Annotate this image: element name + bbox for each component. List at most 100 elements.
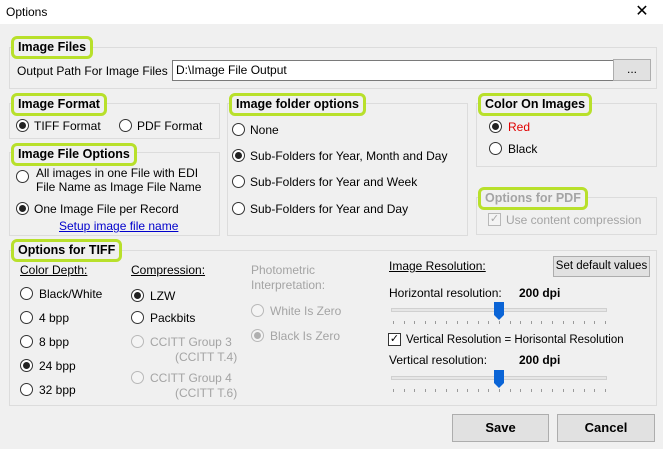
image-resolution-label: Image Resolution: (389, 259, 486, 273)
set-default-values-button[interactable]: Set default values (553, 256, 650, 277)
slider-tick (509, 321, 511, 324)
photometric-label-2: Interpretation: (251, 278, 326, 292)
compression-lzw-radio[interactable] (131, 289, 144, 302)
depth-4bpp-radio[interactable] (20, 311, 33, 324)
output-path-label: Output Path For Image Files (17, 64, 168, 78)
slider-tick (446, 321, 447, 324)
slider-tick (562, 321, 564, 324)
folder-none-radio[interactable] (232, 123, 245, 136)
title-bar (0, 0, 663, 24)
compression-lzw-label: LZW (150, 289, 176, 303)
checkmark-icon: ✓ (389, 333, 400, 345)
slider-tick (499, 389, 500, 392)
white-is-zero-radio[interactable] (251, 304, 264, 317)
image-files-heading: Image Files (11, 36, 94, 59)
save-button[interactable]: Save (452, 414, 549, 442)
depth-24bpp-radio[interactable] (20, 359, 33, 372)
compression-packbits-label: Packbits (150, 311, 196, 325)
slider-tick (393, 389, 394, 392)
close-icon[interactable]: ✕ (630, 2, 654, 22)
content-compression-checkbox[interactable]: ✓ (488, 213, 501, 226)
slider-tick (594, 389, 596, 392)
depth-bw-label: Black/White (39, 287, 103, 301)
black-is-zero-radio[interactable] (251, 329, 264, 342)
pdf-format-radio[interactable] (119, 119, 132, 132)
slider-tick (456, 389, 458, 392)
slider-tick (530, 389, 532, 392)
folder-year-month-day-label: Sub-Folders for Year, Month and Day (250, 149, 448, 163)
depth-24bpp-label: 24 bpp (39, 359, 76, 373)
color-on-images-heading: Color On Images (478, 93, 593, 116)
slider-tick (467, 321, 469, 324)
vertical-equals-label: Vertical Resolution = Horisontal Resolut… (406, 334, 624, 346)
vertical-slider-thumb[interactable] (494, 370, 504, 388)
output-path-input[interactable]: D:\Image File Output (172, 60, 615, 81)
pdf-options-heading: Options for PDF (478, 187, 588, 210)
slider-tick (477, 321, 479, 324)
depth-32bpp-radio[interactable] (20, 383, 33, 396)
setup-image-file-name-link[interactable]: Setup image file name (59, 219, 178, 233)
slider-tick (530, 321, 532, 324)
slider-tick (477, 389, 479, 392)
slider-tick (573, 389, 575, 392)
folder-year-week-label: Sub-Folders for Year and Week (250, 175, 418, 189)
vertical-resolution-value: 200 dpi (519, 353, 561, 367)
slider-tick (435, 389, 437, 392)
slider-tick (456, 321, 458, 324)
slider-tick (414, 321, 416, 324)
content-compression-label: Use content compression (506, 213, 642, 227)
slider-tick (594, 321, 596, 324)
slider-tick (552, 321, 553, 324)
slider-tick (509, 389, 511, 392)
slider-tick (393, 321, 394, 324)
compression-ccitt3-label-1: CCITT Group 3 (150, 335, 232, 349)
slider-tick (520, 389, 522, 392)
compression-packbits-radio[interactable] (131, 311, 144, 324)
photometric-label-1: Photometric (251, 263, 316, 277)
one-per-record-label: One Image File per Record (34, 202, 179, 216)
depth-bw-radio[interactable] (20, 287, 33, 300)
depth-32bpp-label: 32 bpp (39, 383, 76, 397)
compression-ccitt4-radio[interactable] (131, 371, 144, 384)
slider-tick (583, 321, 585, 324)
horizontal-resolution-slider[interactable] (389, 302, 609, 326)
depth-8bpp-radio[interactable] (20, 335, 33, 348)
image-file-options-heading: Image File Options (11, 143, 137, 166)
vertical-equals-checkbox[interactable]: ✓ (388, 333, 401, 346)
vertical-resolution-label: Vertical resolution: (389, 353, 488, 367)
black-is-zero-label: Black Is Zero (270, 329, 341, 343)
folder-year-week-radio[interactable] (232, 175, 245, 188)
one-per-record-radio[interactable] (16, 202, 29, 215)
vertical-resolution-slider[interactable] (389, 370, 609, 394)
horizontal-slider-thumb[interactable] (494, 302, 504, 320)
browse-button[interactable]: ... (613, 59, 651, 81)
horizontal-resolution-value: 200 dpi (519, 286, 561, 300)
folder-options-heading: Image folder options (229, 93, 366, 116)
folder-year-month-day-radio[interactable] (232, 149, 245, 162)
compression-ccitt4-label-1: CCITT Group 4 (150, 371, 232, 385)
cancel-button[interactable]: Cancel (557, 414, 655, 442)
folder-year-day-radio[interactable] (232, 202, 245, 215)
slider-tick (499, 321, 500, 324)
slider-tick (467, 389, 469, 392)
color-black-radio[interactable] (489, 142, 502, 155)
slider-tick (403, 321, 405, 324)
compression-ccitt4-label-2: (CCITT T.6) (175, 386, 238, 400)
compression-ccitt3-radio[interactable] (131, 335, 144, 348)
white-is-zero-label: White Is Zero (270, 304, 342, 318)
slider-tick (414, 389, 416, 392)
color-red-label: Red (508, 120, 531, 134)
all-in-one-label-1: All images in one File with EDI (36, 166, 199, 180)
window-title: Options (6, 5, 48, 19)
all-in-one-radio[interactable] (16, 170, 29, 183)
slider-tick (403, 389, 405, 392)
tiff-format-radio[interactable] (16, 119, 29, 132)
tiff-options-heading: Options for TIFF (11, 239, 123, 262)
color-depth-label: Color Depth: (20, 263, 88, 277)
slider-tick (424, 321, 426, 324)
horizontal-slider-ticks (389, 321, 609, 325)
depth-4bpp-label: 4 bpp (39, 311, 70, 325)
color-red-radio[interactable] (489, 120, 502, 133)
slider-tick (488, 321, 490, 324)
depth-8bpp-label: 8 bpp (39, 335, 70, 349)
